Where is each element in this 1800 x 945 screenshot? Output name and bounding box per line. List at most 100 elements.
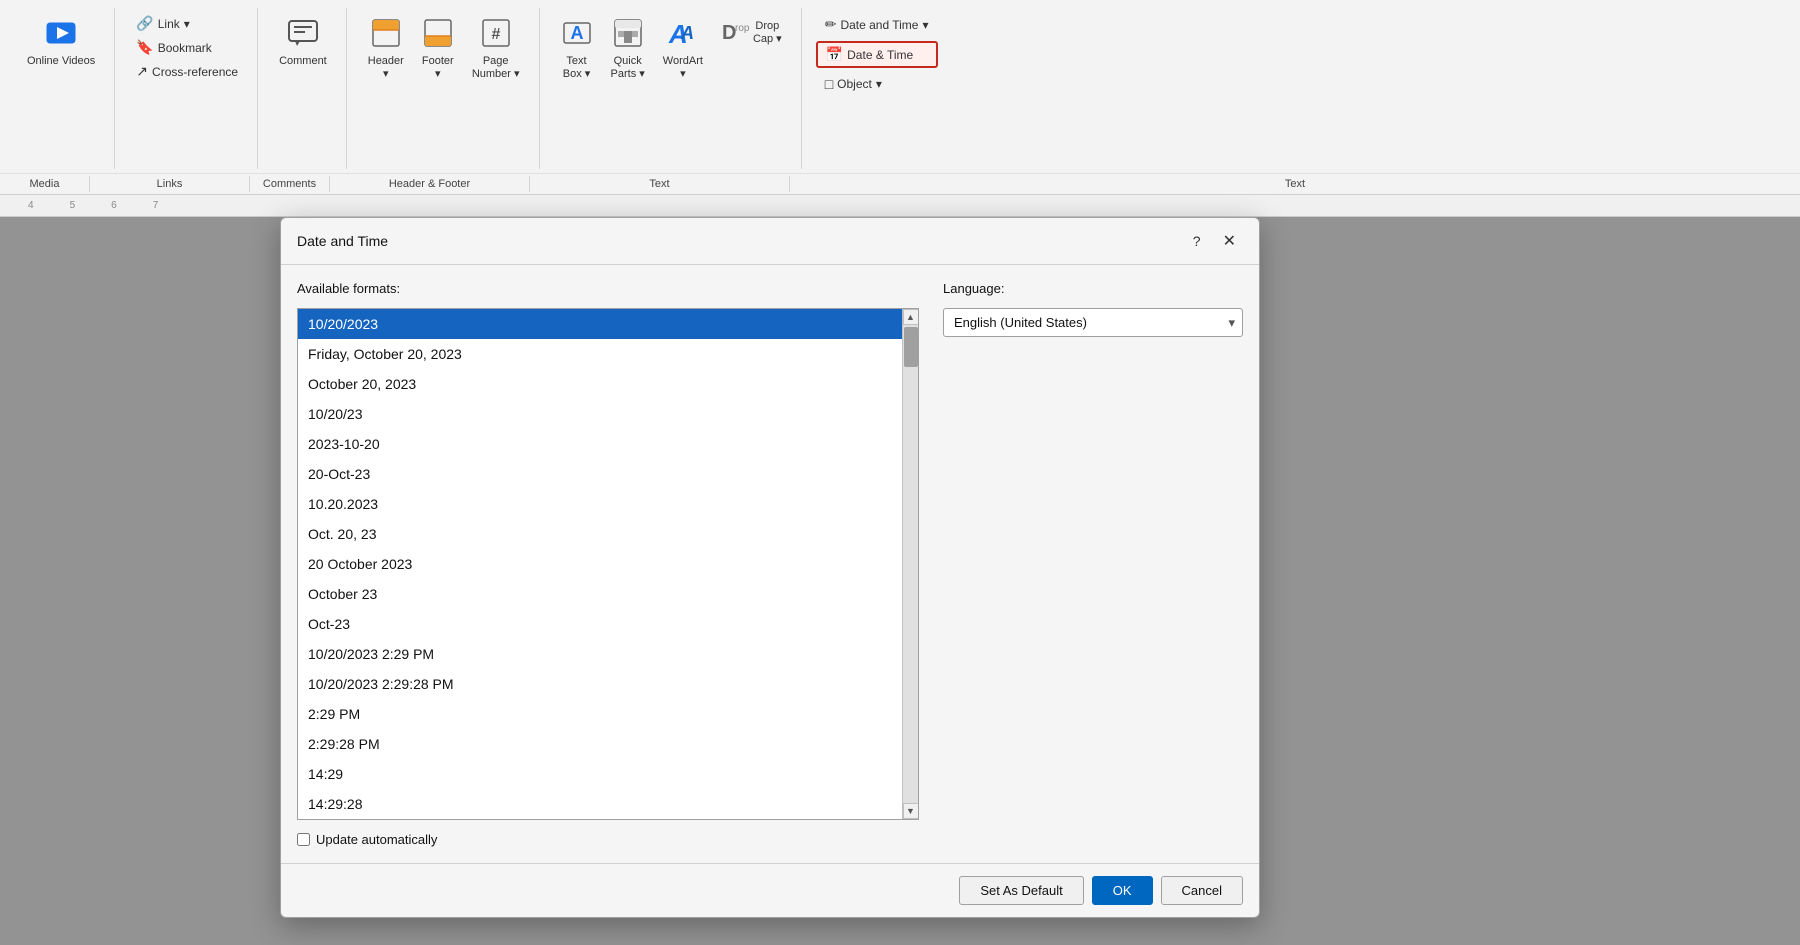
text-box-button[interactable]: A TextBox ▾ [554, 12, 600, 86]
bookmark-button[interactable]: 🔖 Bookmark [129, 36, 245, 59]
language-select-container: English (United States) English (United … [943, 308, 1243, 337]
scroll-down-arrow[interactable]: ▼ [903, 803, 919, 819]
format-item-14[interactable]: 2:29:28 PM [298, 729, 902, 759]
dialog-titlebar: Date and Time ? ✕ [281, 218, 1259, 265]
wordart-button[interactable]: AA WordArt▾ [656, 12, 710, 86]
comments-items: Comment [272, 12, 334, 165]
scroll-track[interactable] [903, 325, 919, 803]
bookmark-label: Bookmark [158, 41, 212, 55]
dialog-help-button[interactable]: ? [1186, 230, 1208, 252]
comments-group-label: Comments [250, 176, 330, 192]
set-as-default-button[interactable]: Set As Default [959, 876, 1083, 905]
format-item-0[interactable]: 10/20/2023 [298, 309, 902, 339]
format-item-13[interactable]: 2:29 PM [298, 699, 902, 729]
ribbon-labels-row: Media Links Comments Header & Footer Tex… [0, 173, 1800, 194]
page-number-label: PageNumber ▾ [472, 55, 520, 81]
ruler-mark-6: 6 [111, 200, 117, 211]
ruler: 4 5 6 7 [0, 195, 1800, 217]
update-automatically-checkbox[interactable] [297, 833, 310, 846]
ribbon-group-links: 🔗 Link ▾ 🔖 Bookmark ↗ Cross-reference [117, 8, 258, 169]
header-button[interactable]: Header▾ [361, 12, 411, 86]
format-item-10[interactable]: Oct-23 [298, 609, 902, 639]
scroll-up-arrow[interactable]: ▲ [903, 309, 919, 325]
date-time-icon: 📅 [826, 46, 843, 63]
ribbon-group-media: Online Videos [8, 8, 115, 169]
svg-text:A: A [570, 23, 583, 43]
header-footer-group-label: Header & Footer [330, 176, 530, 192]
links-column: 🔗 Link ▾ 🔖 Bookmark ↗ Cross-reference [129, 12, 245, 83]
language-label: Language: [943, 281, 1243, 296]
header-icon [370, 17, 402, 53]
language-select[interactable]: English (United States) English (United … [943, 308, 1243, 337]
format-list[interactable]: 10/20/2023Friday, October 20, 2023Octobe… [298, 309, 902, 819]
signature-line-button[interactable]: ✏ Date and Time ▾ [816, 12, 938, 37]
date-time-dialog: Date and Time ? ✕ Available formats: 10/… [280, 217, 1260, 918]
text-insert-group-label: Text [530, 176, 790, 192]
format-item-9[interactable]: October 23 [298, 579, 902, 609]
dialog-body: Available formats: 10/20/2023Friday, Oct… [281, 265, 1259, 863]
footer-label: Footer▾ [422, 55, 454, 81]
signature-line-label: Date and Time [840, 18, 918, 32]
text-box-label: TextBox ▾ [563, 55, 591, 81]
comment-button[interactable]: Comment [272, 12, 334, 73]
quick-parts-label: QuickParts ▾ [611, 55, 645, 81]
ruler-mark-5: 5 [70, 200, 76, 211]
format-item-5[interactable]: 20-Oct-23 [298, 459, 902, 489]
footer-icon [422, 17, 454, 53]
comment-icon [287, 17, 319, 53]
format-item-3[interactable]: 10/20/23 [298, 399, 902, 429]
signature-line-icon: ✏ [825, 16, 837, 33]
format-item-7[interactable]: Oct. 20, 23 [298, 519, 902, 549]
text-insert-items: A TextBox ▾ QuickParts ▾ AA WordArt▾ [554, 12, 789, 165]
link-label: Link [158, 17, 180, 31]
format-item-6[interactable]: 10.20.2023 [298, 489, 902, 519]
media-group-label: Media [0, 176, 90, 192]
ribbon-group-header-footer: Header▾ Footer▾ # PageNumber ▾ [349, 8, 540, 169]
date-time-button[interactable]: 📅 Date & Time [816, 41, 938, 68]
cancel-button[interactable]: Cancel [1161, 876, 1243, 905]
ruler-numbers: 4 5 6 7 [28, 200, 158, 211]
object-icon: □ [825, 76, 833, 92]
dialog-title: Date and Time [297, 233, 388, 249]
ribbon-buttons-area: Online Videos 🔗 Link ▾ 🔖 Bookmark [0, 4, 1800, 173]
object-button[interactable]: □ Object ▾ [816, 72, 938, 96]
online-videos-button[interactable]: Online Videos [20, 12, 102, 73]
online-videos-icon [45, 17, 77, 53]
ribbon-group-text-right: ✏ Date and Time ▾ 📅 Date & Time □ Object… [804, 8, 950, 169]
quick-parts-icon [612, 17, 644, 53]
format-item-4[interactable]: 2023-10-20 [298, 429, 902, 459]
update-automatically-label[interactable]: Update automatically [316, 832, 437, 847]
cross-reference-button[interactable]: ↗ Cross-reference [129, 60, 245, 83]
text-box-icon: A [561, 17, 593, 53]
ok-button[interactable]: OK [1092, 876, 1153, 905]
svg-text:rop: rop [735, 23, 749, 34]
text-right-group-label: Text [790, 176, 1800, 192]
wordart-label: WordArt▾ [663, 55, 703, 81]
format-item-16[interactable]: 14:29:28 [298, 789, 902, 819]
ribbon-group-text-insert: A TextBox ▾ QuickParts ▾ AA WordArt▾ [542, 8, 802, 169]
ruler-mark-7: 7 [153, 200, 159, 211]
footer-button[interactable]: Footer▾ [415, 12, 461, 86]
page-number-button[interactable]: # PageNumber ▾ [465, 12, 527, 86]
quick-parts-button[interactable]: QuickParts ▾ [604, 12, 652, 86]
drop-cap-button[interactable]: Drop DropCap ▾ [714, 12, 789, 54]
format-item-12[interactable]: 10/20/2023 2:29:28 PM [298, 669, 902, 699]
link-button[interactable]: 🔗 Link ▾ [129, 12, 245, 35]
format-item-2[interactable]: October 20, 2023 [298, 369, 902, 399]
format-item-1[interactable]: Friday, October 20, 2023 [298, 339, 902, 369]
format-list-scrollbar: ▲ ▼ [902, 309, 918, 819]
link-icon: 🔗 [136, 15, 153, 32]
format-item-8[interactable]: 20 October 2023 [298, 549, 902, 579]
scroll-thumb[interactable] [904, 327, 918, 367]
links-group-label: Links [90, 176, 250, 192]
dialog-close-button[interactable]: ✕ [1216, 228, 1243, 254]
ribbon: Online Videos 🔗 Link ▾ 🔖 Bookmark [0, 0, 1800, 195]
format-item-15[interactable]: 14:29 [298, 759, 902, 789]
bookmark-icon: 🔖 [136, 39, 153, 56]
format-list-container: 10/20/2023Friday, October 20, 2023Octobe… [297, 308, 919, 820]
wordart-icon: AA [667, 17, 699, 53]
date-time-label: Date & Time [847, 48, 913, 62]
header-label: Header▾ [368, 55, 404, 81]
format-item-11[interactable]: 10/20/2023 2:29 PM [298, 639, 902, 669]
links-items: 🔗 Link ▾ 🔖 Bookmark ↗ Cross-reference [129, 12, 245, 165]
